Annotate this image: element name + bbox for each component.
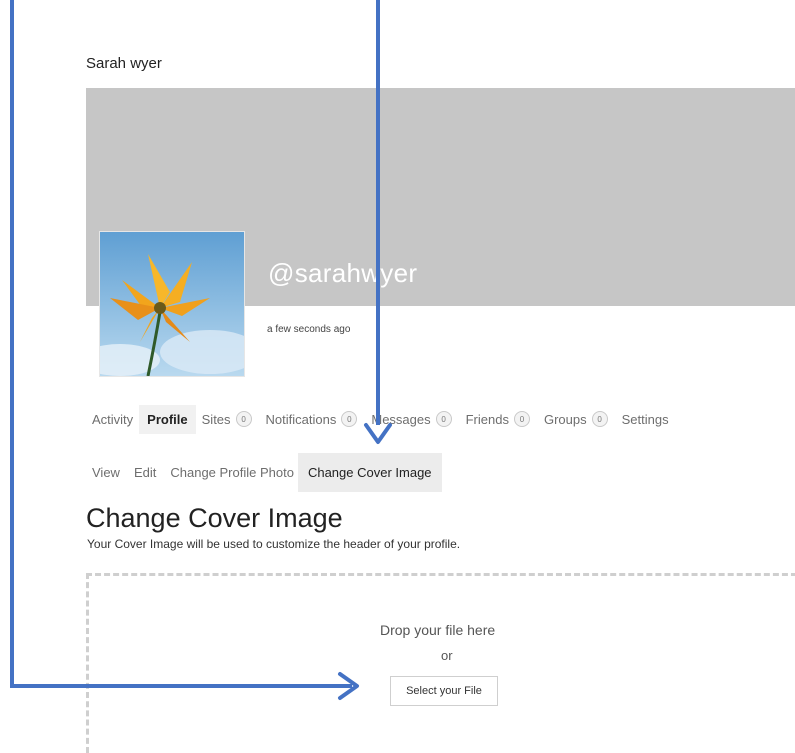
- nav-label: Friends: [465, 411, 509, 427]
- nav-item-groups[interactable]: Groups 0: [544, 411, 608, 427]
- nav-item-sites[interactable]: Sites 0: [202, 411, 252, 427]
- file-drop-zone[interactable]: [86, 573, 795, 753]
- drop-zone-text: Drop your file here: [380, 622, 496, 638]
- count-badge: 0: [591, 411, 608, 427]
- profile-subnav: View Edit Change Profile Photo Change Co…: [92, 453, 456, 492]
- nav-label: Messages: [371, 411, 431, 427]
- nav-item-friends[interactable]: Friends 0: [466, 411, 530, 427]
- profile-nav: Activity Profile Sites 0 Notifications 0 M…: [92, 404, 683, 434]
- last-active-status: a few seconds ago: [267, 324, 351, 335]
- select-file-button[interactable]: Select your File: [390, 676, 498, 706]
- nav-item-profile[interactable]: Profile: [139, 404, 196, 434]
- subnav-item-view[interactable]: View: [92, 465, 120, 480]
- nav-item-notifications[interactable]: Notifications 0: [266, 411, 358, 427]
- nav-item-activity[interactable]: Activity: [92, 412, 133, 427]
- page-title: Change Cover Image: [86, 503, 343, 533]
- count-badge: 0: [435, 411, 452, 427]
- or-separator: or: [441, 648, 453, 663]
- avatar[interactable]: [99, 231, 245, 377]
- site-title[interactable]: Sarah wyer: [86, 55, 162, 72]
- count-badge: 0: [513, 411, 530, 427]
- subnav-item-edit[interactable]: Edit: [134, 465, 156, 480]
- count-badge: 0: [341, 411, 358, 427]
- nav-item-settings[interactable]: Settings: [622, 412, 669, 427]
- page-description: Your Cover Image will be used to customi…: [87, 537, 461, 551]
- flower-avatar-icon: [100, 232, 244, 376]
- nav-label: Groups: [543, 411, 587, 427]
- nav-label: Activity: [92, 411, 134, 427]
- subnav-item-change-profile-photo[interactable]: Change Profile Photo: [170, 465, 294, 480]
- count-badge: 0: [235, 411, 252, 427]
- nav-label: Notifications: [265, 411, 337, 427]
- nav-item-messages[interactable]: Messages 0: [371, 411, 452, 427]
- nav-label: Sites: [201, 411, 231, 427]
- subnav-item-change-cover-image[interactable]: Change Cover Image: [297, 453, 442, 492]
- nav-label: Settings: [621, 411, 669, 427]
- user-handle: @sarahwyer: [268, 258, 418, 288]
- nav-label: Profile: [147, 411, 188, 427]
